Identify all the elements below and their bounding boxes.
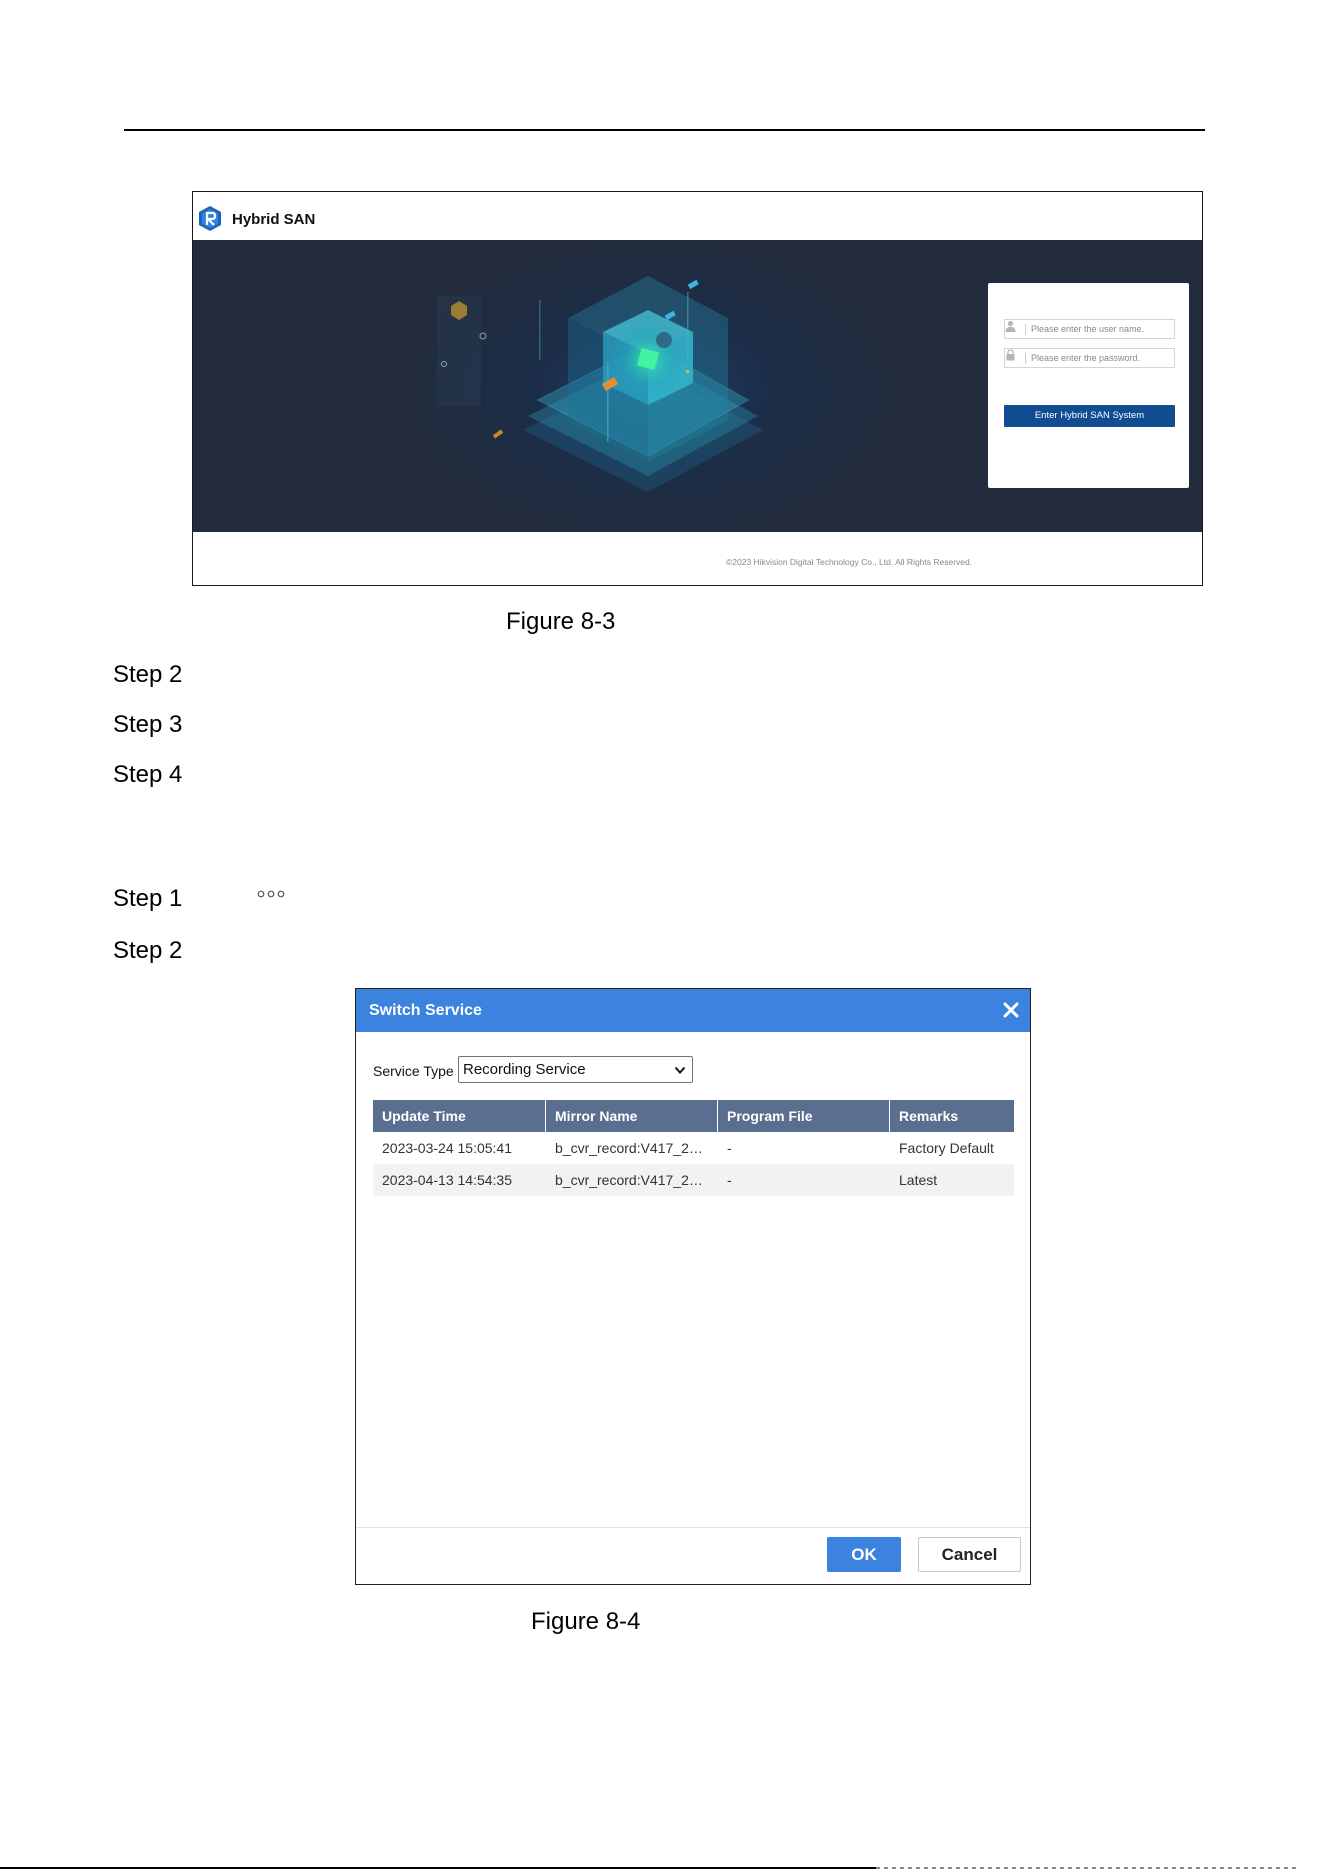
figure-8-4-caption: Figure 8-4 (531, 1608, 641, 1635)
column-header-remarks[interactable]: Remarks (890, 1100, 1014, 1132)
cell-program-file: - (727, 1140, 732, 1156)
service-type-select[interactable]: Recording Service (458, 1056, 693, 1083)
cell-program-file: - (727, 1172, 732, 1188)
step-label: Step 3 (113, 711, 183, 738)
username-placeholder: Please enter the user name. (1031, 324, 1145, 334)
login-screenshot: Hybrid SAN Please enter the user name. P… (192, 191, 1203, 586)
password-placeholder: Please enter the password. (1031, 353, 1141, 363)
page-footer-rule (0, 1867, 876, 1869)
dialog-footer-divider (356, 1527, 1030, 1528)
close-icon[interactable] (1001, 1000, 1021, 1020)
step-label: Step 4 (113, 761, 183, 788)
step-label: Step 1 (113, 885, 183, 912)
table-row[interactable]: 2023-03-24 15:05:41 b_cvr_record:V417_2…… (373, 1132, 1014, 1164)
page-footer-rule-dashed (876, 1867, 1296, 1869)
login-topbar: Hybrid SAN (193, 192, 1202, 240)
more-icon (257, 890, 285, 898)
product-name: Hybrid SAN (232, 211, 316, 228)
column-header-mirror-name[interactable]: Mirror Name (546, 1100, 718, 1132)
copyright-text: ©2023 Hikvision Digital Technology Co., … (726, 557, 973, 567)
table-row[interactable]: 2023-04-13 14:54:35 b_cvr_record:V417_2…… (373, 1164, 1014, 1196)
cell-mirror-name: b_cvr_record:V417_2… (555, 1140, 703, 1156)
table-header: Update Time Mirror Name Program File Rem… (373, 1100, 1014, 1132)
column-header-program-file[interactable]: Program File (718, 1100, 890, 1132)
cancel-button[interactable]: Cancel (918, 1537, 1021, 1572)
chevron-down-icon (674, 1066, 686, 1074)
cell-update-time: 2023-03-24 15:05:41 (382, 1140, 512, 1156)
figure-8-3-caption: Figure 8-3 (506, 608, 616, 635)
user-icon (1005, 320, 1016, 332)
login-hero-banner: Please enter the user name. Please enter… (193, 240, 1202, 532)
ok-button[interactable]: OK (827, 1537, 901, 1572)
cell-update-time: 2023-04-13 14:54:35 (382, 1172, 512, 1188)
password-field[interactable]: Please enter the password. (1004, 348, 1175, 368)
hybrid-san-logo-icon (199, 206, 221, 231)
enter-system-button[interactable]: Enter Hybrid SAN System (1004, 405, 1175, 427)
cell-remarks: Factory Default (899, 1140, 994, 1156)
cell-remarks: Latest (899, 1172, 938, 1188)
cell-mirror-name: b_cvr_record:V417_2… (555, 1172, 703, 1188)
username-field[interactable]: Please enter the user name. (1004, 319, 1175, 339)
service-type-label: Service Type (373, 1063, 454, 1079)
step-label: Step 2 (113, 937, 183, 964)
step-label: Step 2 (113, 661, 183, 688)
dialog-title-bar: Switch Service (356, 989, 1030, 1032)
service-type-value: Recording Service (463, 1061, 586, 1078)
login-card: Please enter the user name. Please enter… (988, 283, 1189, 488)
dialog-title: Switch Service (369, 1002, 482, 1019)
switch-service-dialog: Switch Service Service Type Recording Se… (355, 988, 1031, 1585)
column-header-update-time[interactable]: Update Time (373, 1100, 546, 1132)
page-header-rule (124, 129, 1205, 131)
lock-icon (1006, 349, 1015, 361)
